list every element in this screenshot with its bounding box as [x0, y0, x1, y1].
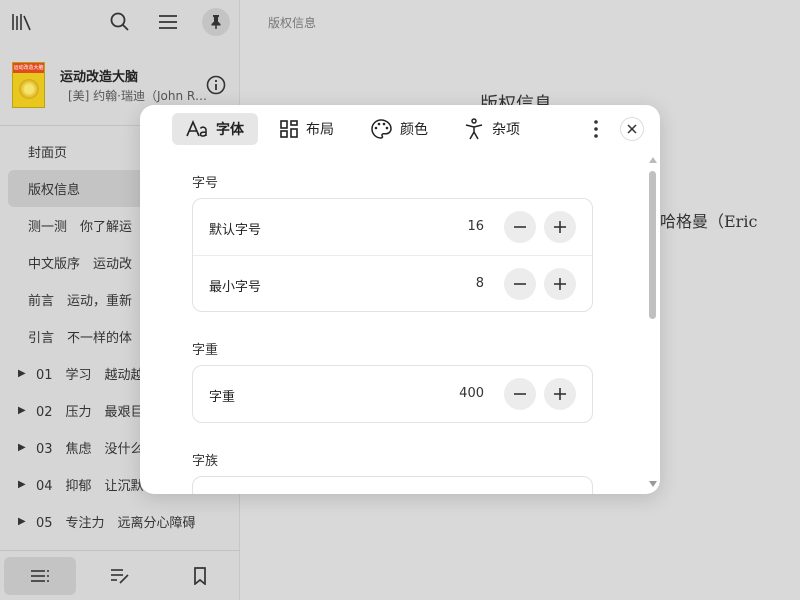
more-options-icon[interactable]	[586, 117, 606, 141]
expand-arrow-icon[interactable]: ▶	[18, 442, 26, 453]
toc-item-label: 版权信息	[28, 183, 81, 198]
min-font-size-increase-button[interactable]	[544, 268, 576, 300]
toc-item-label: 测一测 你了解运	[28, 220, 133, 235]
cover-title: 运动改造大脑	[13, 63, 44, 73]
tab-font-label: 字体	[216, 122, 244, 138]
font-size-card: 默认字号 16 最小字号 8	[192, 198, 593, 312]
settings-scrollbar[interactable]	[646, 157, 658, 487]
toc-item-label: 02 压力 最艰巨	[36, 405, 144, 420]
expand-arrow-icon[interactable]: ▶	[18, 405, 26, 416]
toc-list-icon[interactable]	[4, 557, 76, 595]
section-title-font-size: 字号	[192, 176, 219, 191]
info-icon[interactable]	[204, 73, 228, 97]
default-font-size-increase-button[interactable]	[544, 211, 576, 243]
font-weight-decrease-button[interactable]	[504, 378, 536, 410]
reader-text: 哈格曼（Eric	[660, 212, 758, 231]
toc-item-label: 前言 运动，重新	[28, 294, 133, 309]
sidebar-toolbar	[0, 0, 239, 44]
expand-arrow-icon[interactable]: ▶	[18, 368, 26, 379]
section-title-font-weight: 字重	[192, 343, 219, 358]
settings-content: 字号 默认字号 16 最小字号 8 字重 字重 400 字族	[140, 160, 650, 494]
default-font-size-row: 默认字号 16	[193, 199, 592, 255]
font-icon	[186, 120, 208, 138]
accessibility-icon	[464, 118, 484, 140]
book-cover[interactable]: 运动改造大脑	[12, 62, 45, 108]
font-weight-label: 字重	[209, 390, 236, 405]
reader-header: 版权信息	[268, 16, 317, 30]
scroll-down-arrow[interactable]	[649, 481, 657, 487]
toc-item-label: 中文版序 运动改	[28, 257, 133, 272]
font-family-card	[192, 476, 593, 494]
pin-icon[interactable]	[202, 8, 230, 36]
tab-layout-label: 布局	[306, 122, 334, 138]
tab-color[interactable]: 颜色	[356, 113, 442, 145]
default-font-size-label: 默认字号	[209, 223, 262, 238]
sidebar-bottom-bar	[0, 550, 240, 600]
section-title-font-family: 字族	[192, 454, 219, 469]
toc-item-label: 03 焦虑 没什么	[36, 442, 144, 457]
settings-tabs: 字体 布局 颜色 杂项	[172, 113, 542, 145]
menu-icon[interactable]	[154, 8, 182, 36]
book-author: [美] 约翰·瑞迪（John Ratey）	[68, 89, 208, 103]
scroll-up-arrow[interactable]	[649, 157, 657, 163]
cover-graphic	[19, 79, 39, 99]
search-icon[interactable]	[106, 8, 134, 36]
layout-icon	[280, 120, 298, 138]
bookmark-icon[interactable]	[164, 557, 236, 595]
annotations-icon[interactable]	[84, 557, 156, 595]
tab-misc-label: 杂项	[492, 122, 520, 138]
palette-icon	[370, 119, 392, 139]
tab-layout[interactable]: 布局	[266, 113, 348, 145]
book-title: 运动改造大脑	[60, 70, 139, 85]
expand-arrow-icon[interactable]: ▶	[18, 479, 26, 490]
min-font-size-row: 最小字号 8	[193, 255, 592, 311]
min-font-size-label: 最小字号	[209, 280, 262, 295]
expand-arrow-icon[interactable]: ▶	[18, 516, 26, 527]
toc-item-label: 01 学习 越动越	[36, 368, 144, 383]
font-weight-value: 400	[459, 386, 484, 401]
scroll-thumb[interactable]	[649, 171, 656, 319]
toc-item-label: 05 专注力 远离分心障碍	[36, 516, 196, 531]
font-weight-increase-button[interactable]	[544, 378, 576, 410]
toc-item-label: 引言 不一样的体	[28, 331, 133, 346]
library-icon[interactable]	[8, 8, 36, 36]
font-weight-card: 字重 400	[192, 365, 593, 423]
tab-font[interactable]: 字体	[172, 113, 258, 145]
toc-item[interactable]: ▶ 05 专注力 远离分心障碍	[8, 503, 232, 540]
font-weight-row: 字重 400	[193, 366, 592, 422]
default-font-size-decrease-button[interactable]	[504, 211, 536, 243]
min-font-size-value: 8	[475, 276, 484, 291]
tab-color-label: 颜色	[400, 122, 428, 138]
tab-misc[interactable]: 杂项	[450, 113, 534, 145]
toc-item-label: 04 抑郁 让沉默	[36, 479, 144, 494]
toc-item-label: 封面页	[28, 146, 68, 161]
close-icon[interactable]	[620, 117, 644, 141]
font-settings-dialog: 字体 布局 颜色 杂项 字号 默认字号 16 最小字号 8 字重 字重 400 …	[140, 105, 660, 494]
default-font-size-value: 16	[467, 219, 484, 234]
min-font-size-decrease-button[interactable]	[504, 268, 536, 300]
